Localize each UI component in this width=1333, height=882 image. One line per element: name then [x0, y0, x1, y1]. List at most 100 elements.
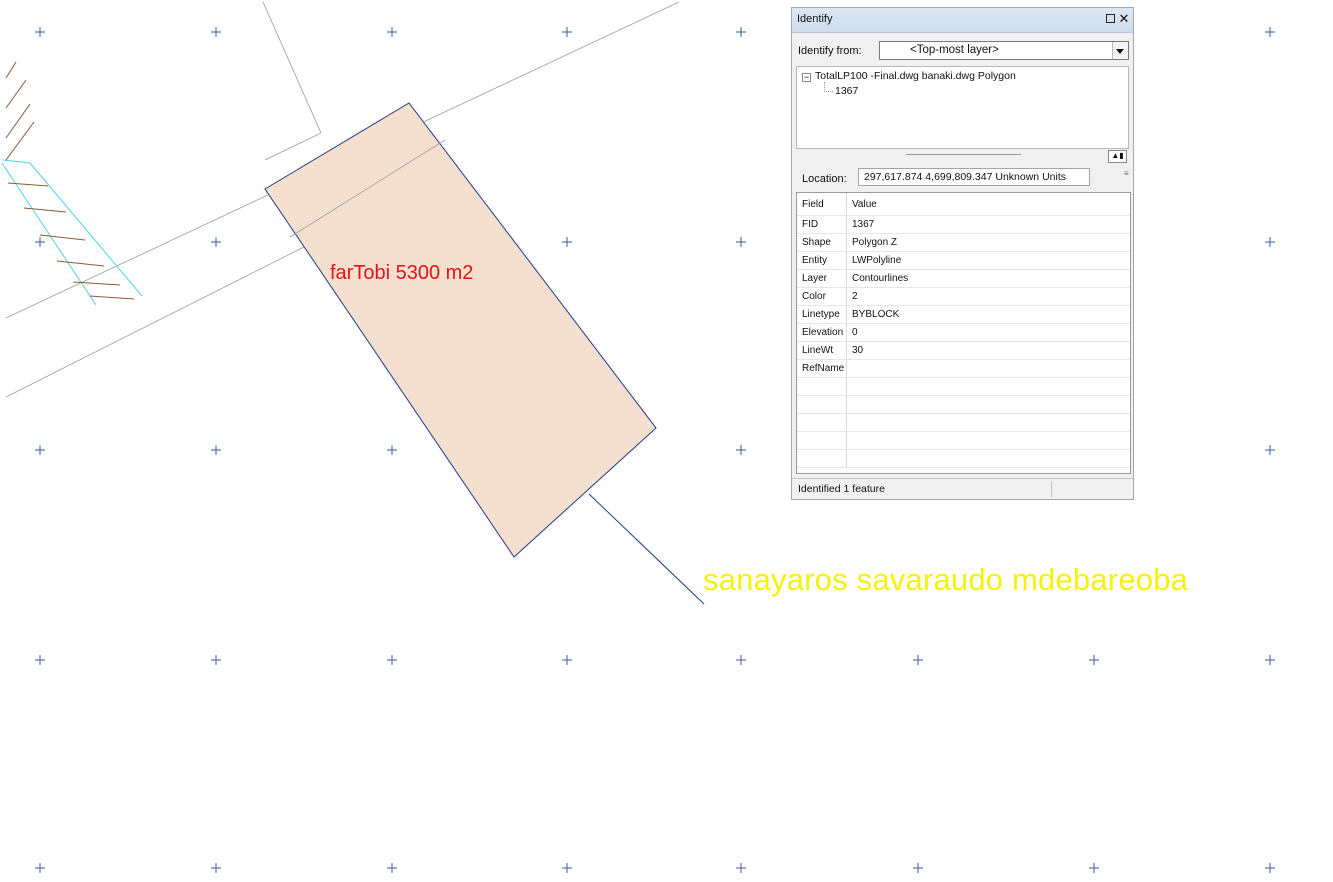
table-row[interactable]: Layer Contourlines: [797, 269, 1130, 288]
value-cell: 30: [846, 341, 1130, 360]
collapse-icon[interactable]: −: [802, 73, 811, 82]
value-cell: [846, 449, 1130, 468]
grid-cross-mark: [562, 863, 572, 873]
grid-cross-mark: [1265, 27, 1275, 37]
location-label: Location:: [802, 173, 847, 185]
attribute-grid: Field Value FID 1367 Shape Polygon Z Entity L…: [796, 192, 1131, 474]
grid-cross-mark: [1265, 237, 1275, 247]
panel-splitter[interactable]: ▲▮: [796, 149, 1129, 163]
field-cell: Color: [797, 287, 847, 306]
table-row[interactable]: Color 2: [797, 287, 1130, 306]
grid-cross-mark: [35, 863, 45, 873]
grid-cross-mark: [1089, 655, 1099, 665]
value-cell: [846, 359, 1130, 378]
grid-cross-mark: [913, 863, 923, 873]
grid-cross-mark: [736, 27, 746, 37]
grid-cross-mark: [211, 445, 221, 455]
grid-cross-mark: [1265, 863, 1275, 873]
grid-cross-mark: [211, 863, 221, 873]
value-cell: 0: [846, 323, 1130, 342]
value-cell: [846, 431, 1130, 450]
value-cell: [846, 395, 1130, 414]
value-cell: [846, 377, 1130, 396]
grid-cross-mark: [736, 237, 746, 247]
restore-icon[interactable]: [1103, 11, 1117, 27]
field-cell: [797, 431, 847, 450]
collapse-panel-icon[interactable]: ▲▮: [1108, 150, 1127, 163]
status-text: Identified 1 feature: [798, 483, 885, 495]
field-cell: Shape: [797, 233, 847, 252]
field-cell: Linetype: [797, 305, 847, 324]
grid-cross-mark: [913, 655, 923, 665]
boundary-line: [262, 1, 322, 134]
grid-cross-mark: [387, 863, 397, 873]
value-column-header[interactable]: Value: [846, 193, 1130, 216]
contour-hatch: [1, 61, 143, 306]
identify-from-label: Identify from:: [798, 45, 862, 57]
boundary-line-2: [264, 132, 322, 161]
value-cell: 1367: [846, 215, 1130, 234]
field-cell: Layer: [797, 269, 847, 288]
field-cell: RefName: [797, 359, 847, 378]
grid-cross-mark: [35, 237, 45, 247]
table-row[interactable]: Elevation 0: [797, 323, 1130, 342]
road-line-lower: [5, 244, 309, 398]
grid-header-row: Field Value: [797, 193, 1130, 216]
window-title: Identify: [797, 13, 833, 25]
leader-line: [588, 493, 705, 605]
tree-item-feature[interactable]: 1367: [835, 85, 858, 97]
grid-cross-mark: [387, 27, 397, 37]
chevron-down-icon[interactable]: [1112, 42, 1128, 59]
table-row[interactable]: Entity LWPolyline: [797, 251, 1130, 270]
location-field[interactable]: 297,617.874 4,699,809.347 Unknown Units: [858, 168, 1090, 186]
table-row[interactable]: Shape Polygon Z: [797, 233, 1130, 252]
field-cell: [797, 449, 847, 468]
field-cell: [797, 377, 847, 396]
grid-cross-mark: [736, 655, 746, 665]
field-cell: LineWt: [797, 341, 847, 360]
table-row[interactable]: RefName: [797, 359, 1130, 378]
field-column-header[interactable]: Field: [797, 193, 847, 216]
grid-cross-mark: [387, 445, 397, 455]
value-cell: 2: [846, 287, 1130, 306]
table-row[interactable]: [797, 395, 1130, 414]
value-cell: Polygon Z: [846, 233, 1130, 252]
parcel-area-label: farTobi 5300 m2: [330, 262, 474, 284]
grid-cross-mark: [1089, 863, 1099, 873]
field-cell: [797, 413, 847, 432]
value-cell: LWPolyline: [846, 251, 1130, 270]
table-row[interactable]: [797, 449, 1130, 468]
status-bar: Identified 1 feature: [792, 478, 1133, 499]
grid-cross-mark: [211, 655, 221, 665]
table-row[interactable]: Linetype BYBLOCK: [797, 305, 1130, 324]
field-cell: Entity: [797, 251, 847, 270]
grid-cross-mark: [736, 445, 746, 455]
grid-cross-mark: [1265, 655, 1275, 665]
grid-cross-mark: [35, 445, 45, 455]
grid-cross-mark: [211, 237, 221, 247]
table-row[interactable]: [797, 377, 1130, 396]
status-separator: [1051, 481, 1052, 497]
grid-cross-mark: [211, 27, 221, 37]
tree-item-layer[interactable]: TotalLP100 -Final.dwg banaki.dwg Polygon: [815, 70, 1016, 82]
field-cell: Elevation: [797, 323, 847, 342]
leader-annotation-label: sanayaros savaraudo mdebareoba: [703, 562, 1189, 597]
field-cell: FID: [797, 215, 847, 234]
splitter-grip[interactable]: [906, 154, 1021, 155]
location-options-icon[interactable]: ≡: [1124, 169, 1129, 178]
value-cell: Contourlines: [846, 269, 1130, 288]
identify-from-select[interactable]: <Top-most layer>: [879, 41, 1129, 60]
identify-window: Identify ✕ Identify from: <Top-most laye…: [791, 7, 1134, 500]
identify-titlebar[interactable]: Identify ✕: [792, 8, 1133, 33]
table-row[interactable]: LineWt 30: [797, 341, 1130, 360]
grid-cross-mark: [736, 863, 746, 873]
value-cell: [846, 413, 1130, 432]
grid-cross-mark: [387, 655, 397, 665]
grid-cross-mark: [562, 237, 572, 247]
results-tree: − TotalLP100 -Final.dwg banaki.dwg Polyg…: [796, 66, 1129, 149]
parcel-polygon[interactable]: [264, 102, 657, 558]
table-row[interactable]: FID 1367: [797, 215, 1130, 234]
table-row[interactable]: [797, 413, 1130, 432]
close-icon[interactable]: ✕: [1117, 11, 1131, 27]
table-row[interactable]: [797, 431, 1130, 450]
